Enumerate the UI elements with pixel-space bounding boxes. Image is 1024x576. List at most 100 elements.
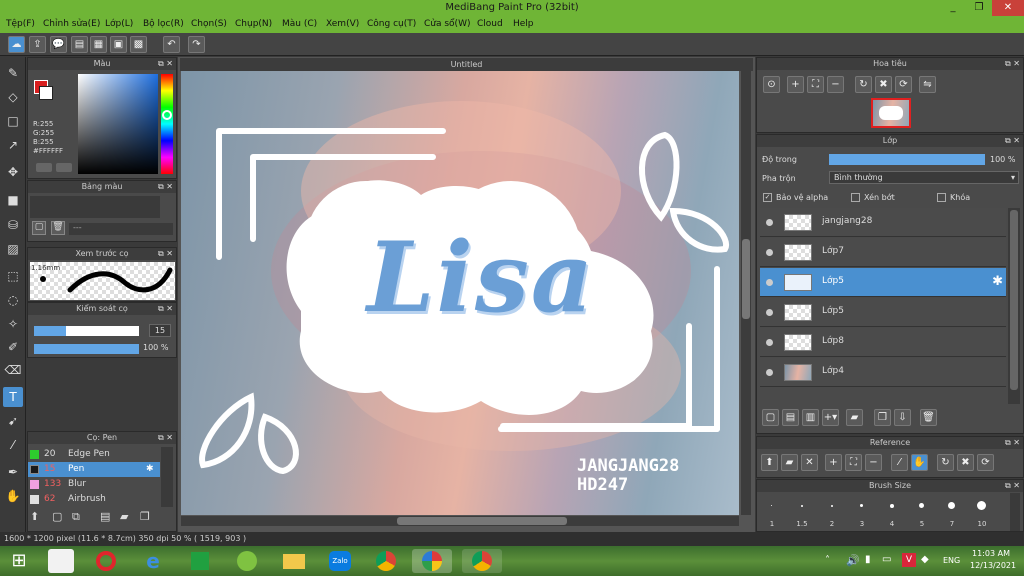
brush-item-blur[interactable]: 133 Blur	[28, 477, 160, 492]
folder-icon[interactable]: ▰	[846, 409, 863, 426]
brush-size-preset[interactable]: 4	[878, 493, 906, 531]
eye-icon[interactable]	[766, 279, 773, 286]
navigator-thumbnail[interactable]	[871, 98, 911, 128]
comment-icon[interactable]: 💬	[50, 36, 67, 53]
panel-close-icon[interactable]: ⧉ ✕	[1005, 58, 1020, 70]
menu-view[interactable]: Xem(V)	[326, 19, 359, 29]
zoom-in-icon[interactable]: +	[825, 454, 842, 471]
medibang-taskbar-icon[interactable]	[412, 549, 452, 573]
upload-icon[interactable]: ⬆	[761, 454, 778, 471]
palette-swatch-area[interactable]	[30, 196, 160, 218]
bucket-tool-icon[interactable]: ⛁	[3, 215, 23, 235]
layer-row[interactable]: Lớp8	[760, 328, 1006, 357]
refresh-icon[interactable]: ⟳	[895, 76, 912, 93]
zoom-in-icon[interactable]: +	[787, 76, 804, 93]
delete-palette-icon[interactable]: 🗑	[51, 221, 65, 235]
line-tool-icon[interactable]: ↗	[3, 135, 23, 155]
vpn-icon[interactable]: V	[902, 553, 916, 567]
panel-close-icon[interactable]: ⧉ ✕	[158, 303, 173, 315]
select-tool-icon[interactable]: ⬚	[3, 266, 23, 286]
eye-icon[interactable]	[766, 309, 773, 316]
restore-button[interactable]: ❐	[966, 0, 992, 16]
copy-brush-icon[interactable]: ⧉	[72, 510, 80, 524]
select-pen-tool-icon[interactable]: ✐	[3, 337, 23, 357]
minimize-button[interactable]: _	[940, 0, 966, 16]
close-button[interactable]: ✕	[992, 0, 1024, 16]
network-icon[interactable]: ▮	[865, 554, 871, 565]
rotate-icon[interactable]: ↻	[937, 454, 954, 471]
zoom-out-icon[interactable]: −	[865, 454, 882, 471]
app-tray-icon[interactable]: ◆	[921, 554, 929, 565]
menu-file[interactable]: Tệp(F)	[6, 19, 35, 29]
reset-icon[interactable]: ✖	[875, 76, 892, 93]
hand-tool-icon[interactable]: ✋	[3, 486, 23, 506]
color-swap-button[interactable]	[56, 163, 72, 172]
menu-cloud[interactable]: Cloud	[477, 19, 503, 29]
brush-size-preset[interactable]: 7	[938, 493, 966, 531]
eyedropper-icon[interactable]: ⁄	[891, 454, 908, 471]
canvas-vertical-scrollbar[interactable]	[741, 71, 751, 515]
menu-layer[interactable]: Lớp(L)	[105, 19, 133, 29]
panel-close-icon[interactable]: ⧉ ✕	[1005, 135, 1020, 147]
menu-filter[interactable]: Bộ lọc(R)	[143, 19, 184, 29]
brush-size-preset[interactable]: 10	[968, 493, 996, 531]
reset-icon[interactable]: ✖	[957, 454, 974, 471]
layer-opacity-slider[interactable]	[829, 154, 985, 165]
chrome-profile-icon[interactable]	[462, 549, 502, 573]
grid-icon[interactable]: ▩	[130, 36, 147, 53]
share-icon[interactable]: ⇪	[29, 36, 46, 53]
redo-icon[interactable]: ↷	[188, 36, 205, 53]
opera-icon[interactable]	[93, 549, 119, 573]
rectangle-tool-icon[interactable]: □	[3, 111, 23, 131]
folder-icon[interactable]	[281, 549, 307, 573]
battery-icon[interactable]: ▭	[882, 554, 891, 565]
new-brush-icon[interactable]: ▢	[52, 510, 62, 523]
panel-close-icon[interactable]: ⧉ ✕	[158, 58, 173, 70]
menu-tools[interactable]: Công cụ(T)	[367, 19, 416, 29]
layer-row[interactable]: Lớp5	[760, 298, 1006, 327]
menu-capture[interactable]: Chụp(N)	[235, 19, 272, 29]
hue-slider[interactable]	[161, 74, 173, 174]
clock-date[interactable]: 12/13/2021	[970, 561, 1016, 570]
blend-mode-select[interactable]: Bình thường ▾	[829, 171, 1019, 184]
panel-close-icon[interactable]: ⧉ ✕	[1005, 437, 1020, 449]
layer-scroll-thumb[interactable]	[1010, 210, 1018, 390]
menu-color[interactable]: Màu (C)	[282, 19, 317, 29]
menu-edit[interactable]: Chỉnh sửa(E)	[43, 19, 100, 29]
layer-row-selected[interactable]: Lớp5 ✱	[760, 268, 1006, 297]
chevron-up-icon[interactable]: ˄	[825, 555, 830, 566]
new-layer-icon[interactable]: ▢	[762, 409, 779, 426]
protect-alpha-checkbox[interactable]: ✓	[763, 193, 772, 202]
brush-item-airbrush[interactable]: 62 Airbrush	[28, 492, 160, 507]
brush-tool-icon[interactable]: ✎	[3, 63, 23, 83]
operation-tool-icon[interactable]: ➹	[3, 411, 23, 431]
layer-list-scrollbar[interactable]	[1008, 208, 1020, 404]
document-tab[interactable]: Untitled	[180, 58, 753, 71]
color-add-button[interactable]	[36, 163, 52, 172]
brush-list-scrollbar[interactable]	[161, 447, 173, 507]
brush-item-edge-pen[interactable]: 20 Edge Pen	[28, 447, 160, 462]
brush-size-preset[interactable]: 3	[848, 493, 876, 531]
chrome-icon[interactable]	[373, 549, 399, 573]
panel-close-icon[interactable]: ⧉ ✕	[158, 248, 173, 260]
panel-icon[interactable]: ▣	[110, 36, 127, 53]
volume-icon[interactable]: 🔊	[846, 554, 860, 567]
brush-size-preset[interactable]: 1.5	[788, 493, 816, 531]
select-eraser-tool-icon[interactable]: ⌫	[3, 360, 23, 380]
language-indicator[interactable]: ENG	[943, 556, 960, 565]
fit-screen-icon[interactable]: ⛶	[807, 76, 824, 93]
secondary-color-swatch[interactable]	[39, 86, 53, 100]
eye-icon[interactable]	[766, 219, 773, 226]
close-icon[interactable]: ✕	[801, 454, 818, 471]
panel-close-icon[interactable]: ⧉ ✕	[1005, 480, 1020, 492]
new-palette-icon[interactable]: ▢	[32, 221, 46, 235]
layer-row[interactable]: jangjang28	[760, 208, 1006, 237]
panel-close-icon[interactable]: ⧉ ✕	[158, 432, 173, 444]
rotate-icon[interactable]: ↻	[855, 76, 872, 93]
start-icon[interactable]: ⊞	[6, 549, 32, 573]
eye-icon[interactable]	[766, 369, 773, 376]
layer-row[interactable]: Lớp4	[760, 358, 1006, 387]
hue-slider-handle[interactable]	[162, 110, 172, 120]
panel-close-icon[interactable]: ⧉ ✕	[158, 181, 173, 193]
brush-size-preset[interactable]: 5	[908, 493, 936, 531]
